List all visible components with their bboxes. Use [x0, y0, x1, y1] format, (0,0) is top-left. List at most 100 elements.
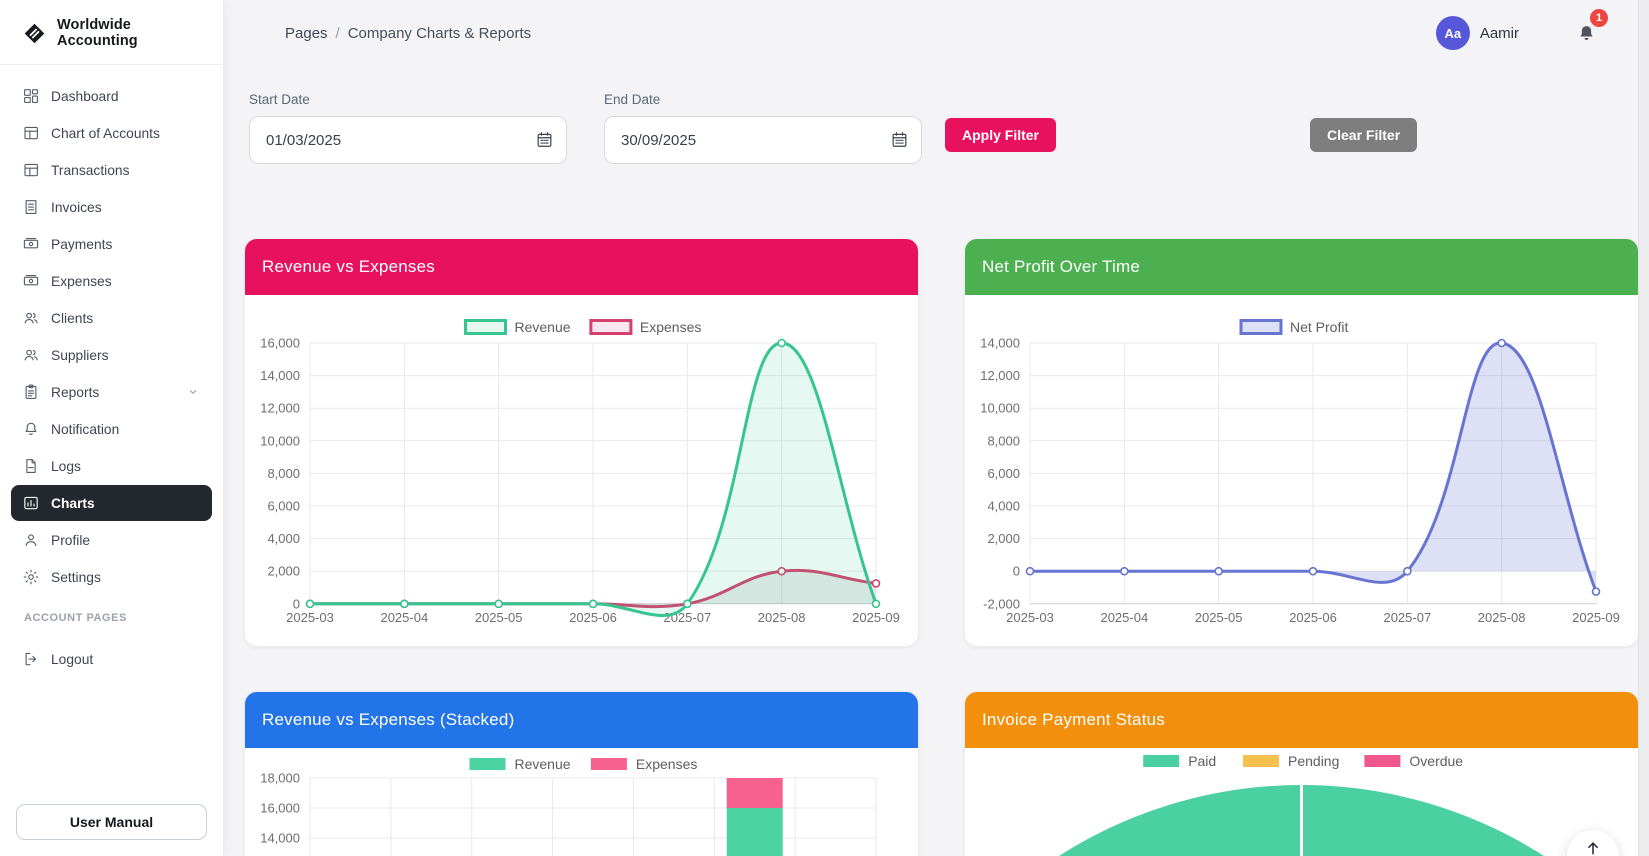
sidebar-item-logs[interactable]: Logs	[11, 448, 212, 484]
svg-text:0: 0	[1013, 564, 1020, 579]
svg-text:16,000: 16,000	[260, 801, 300, 816]
sidebar-item-label: Chart of Accounts	[51, 126, 160, 141]
end-date-group: End Date	[604, 92, 922, 164]
user-name[interactable]: Aamir	[1480, 25, 1519, 42]
main-content: Pages / Company Charts & Reports Aa Aami…	[224, 0, 1649, 856]
svg-text:2025-04: 2025-04	[380, 610, 428, 625]
legend-item[interactable]: Pending	[1243, 753, 1339, 769]
svg-text:16,000: 16,000	[260, 336, 300, 351]
users-icon	[22, 346, 40, 364]
svg-text:2025-06: 2025-06	[1289, 610, 1337, 625]
apply-filter-button[interactable]: Apply Filter	[945, 118, 1056, 152]
legend-item[interactable]: Expenses	[591, 756, 697, 772]
bar-chart-icon	[22, 494, 40, 512]
breadcrumb: Pages / Company Charts & Reports	[285, 25, 531, 42]
card-title: Net Profit Over Time	[982, 257, 1140, 277]
card-title: Revenue vs Expenses	[262, 257, 435, 277]
sidebar-item-suppliers[interactable]: Suppliers	[11, 337, 212, 373]
users-icon	[22, 309, 40, 327]
svg-text:14,000: 14,000	[980, 336, 1020, 351]
invoice-icon	[22, 198, 40, 216]
sidebar-item-label: Charts	[51, 496, 95, 511]
card-header: Revenue vs Expenses (Stacked)	[245, 692, 918, 748]
bar-segment[interactable]	[727, 778, 783, 808]
sidebar-item-payments[interactable]: Payments	[11, 226, 212, 262]
clear-filter-button[interactable]: Clear Filter	[1310, 118, 1417, 152]
svg-text:Net Profit: Net Profit	[1290, 319, 1348, 335]
sidebar-item-label: Logout	[51, 652, 93, 667]
svg-text:2025-09: 2025-09	[1572, 610, 1620, 625]
sidebar-item-label: Expenses	[51, 274, 112, 289]
svg-text:Expenses: Expenses	[640, 319, 701, 335]
sidebar-nav: Dashboard Chart of Accounts TransactionsIn…	[0, 65, 223, 596]
svg-text:14,000: 14,000	[260, 831, 300, 846]
breadcrumb-separator: /	[336, 25, 340, 42]
avatar-initials: Aa	[1445, 26, 1462, 41]
card-revenue-vs-expenses: Revenue vs Expenses 16,000 14,000 12,000 10…	[245, 239, 918, 646]
sidebar-footer-nav: Logout	[0, 628, 223, 678]
sidebar-item-notification[interactable]: Notification	[11, 411, 212, 447]
pie-chart: Paid Pending Overdue	[965, 748, 1638, 856]
sidebar-item-label: Payments	[51, 237, 112, 252]
bell-icon	[22, 420, 40, 438]
arrow-up-icon	[1584, 839, 1602, 856]
user-manual-button[interactable]: User Manual	[16, 804, 207, 840]
start-date-input[interactable]	[249, 116, 567, 164]
svg-text:2025-05: 2025-05	[1195, 610, 1243, 625]
legend-item[interactable]: Paid	[1143, 753, 1216, 769]
svg-text:2,000: 2,000	[267, 564, 300, 579]
svg-text:12,000: 12,000	[260, 401, 300, 416]
svg-text:14,000: 14,000	[260, 368, 300, 383]
notification-bell-button[interactable]: 1	[1576, 23, 1597, 44]
sidebar-item-clients[interactable]: Clients	[11, 300, 212, 336]
sidebar-item-label: Settings	[51, 570, 101, 585]
legend-item[interactable]: Expenses	[591, 319, 701, 335]
legend-item[interactable]: Revenue	[470, 756, 571, 772]
svg-text:8,000: 8,000	[987, 433, 1020, 448]
line-chart: 14,00012,00010,0008,0006,0004,0002,0000-…	[965, 295, 1638, 640]
svg-text:10,000: 10,000	[260, 433, 300, 448]
legend-item[interactable]: Net Profit	[1241, 319, 1348, 335]
legend-item[interactable]: Overdue	[1364, 753, 1463, 769]
sidebar-item-dashboard[interactable]: Dashboard	[11, 78, 212, 114]
breadcrumb-current: Company Charts & Reports	[348, 25, 531, 42]
sidebar-item-expenses[interactable]: Expenses	[11, 263, 212, 299]
card-header: Invoice Payment Status	[965, 692, 1638, 748]
sidebar-item-invoices[interactable]: Invoices	[11, 189, 212, 225]
svg-text:10,000: 10,000	[980, 401, 1020, 416]
svg-text:4,000: 4,000	[267, 531, 300, 546]
breadcrumb-section[interactable]: Pages	[285, 25, 328, 42]
sidebar-item-label: Reports	[51, 385, 99, 400]
svg-text:Expenses: Expenses	[636, 756, 697, 772]
table-icon	[22, 124, 40, 142]
topbar: Pages / Company Charts & Reports Aa Aami…	[224, 0, 1649, 50]
svg-text:2025-03: 2025-03	[1006, 610, 1054, 625]
card-revenue-vs-expenses-stacked: Revenue vs Expenses (Stacked) 18,00016,0…	[245, 692, 918, 856]
end-date-input[interactable]	[604, 116, 922, 164]
card-title: Invoice Payment Status	[982, 710, 1165, 730]
scrollbar[interactable]	[1638, 0, 1649, 856]
sidebar-item-chart-of-accounts[interactable]: Chart of Accounts	[11, 115, 212, 151]
sidebar-item-label: Suppliers	[51, 348, 109, 363]
bar-segment[interactable]	[727, 808, 783, 856]
dashboard-icon	[22, 87, 40, 105]
sidebar-item-transactions[interactable]: Transactions	[11, 152, 212, 188]
card-header: Revenue vs Expenses	[245, 239, 918, 295]
sidebar-item-charts[interactable]: Charts	[11, 485, 212, 521]
gear-icon	[22, 568, 40, 586]
sidebar-item-profile[interactable]: Profile	[11, 522, 212, 558]
sidebar-item-label: Profile	[51, 533, 90, 548]
sidebar-section-label: ACCOUNT PAGES	[24, 612, 223, 624]
calendar-icon[interactable]	[535, 130, 554, 149]
svg-text:6,000: 6,000	[987, 466, 1020, 481]
svg-text:2025-04: 2025-04	[1100, 610, 1148, 625]
logout-icon	[22, 650, 40, 668]
calendar-icon[interactable]	[890, 130, 909, 149]
log-file-icon	[22, 457, 40, 475]
legend-item[interactable]: Revenue	[466, 319, 571, 335]
avatar[interactable]: Aa	[1436, 16, 1470, 50]
sidebar-item-settings[interactable]: Settings	[11, 559, 212, 595]
sidebar-item-reports[interactable]: Reports	[11, 374, 212, 410]
sidebar-item-logout[interactable]: Logout	[11, 641, 212, 677]
user-box: Aa Aamir 1	[1436, 16, 1597, 50]
